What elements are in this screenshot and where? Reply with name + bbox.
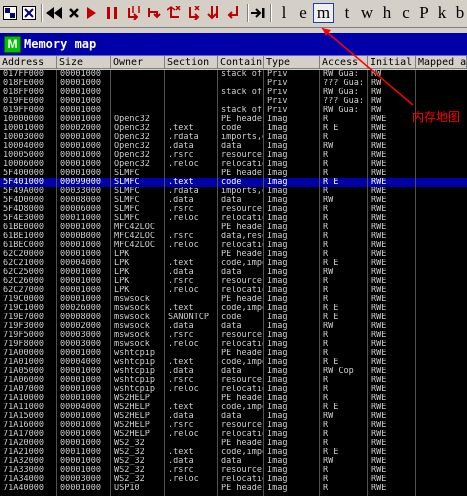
annotation-label: 内存地图 bbox=[412, 110, 461, 124]
annotation-arrow bbox=[321, 27, 414, 106]
